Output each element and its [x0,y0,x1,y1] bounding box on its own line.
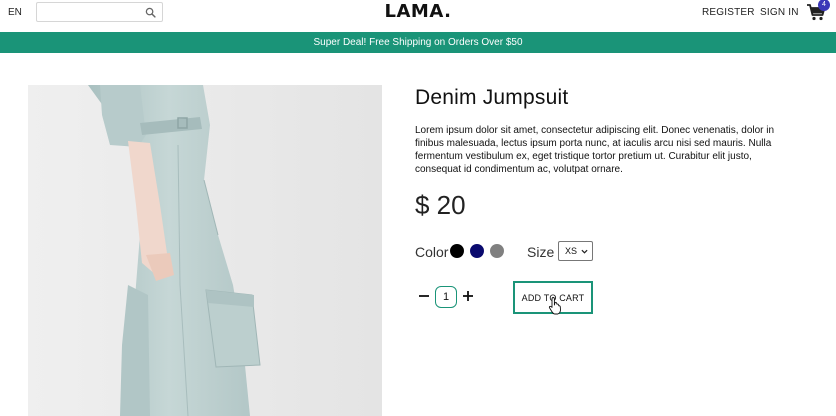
size-select[interactable]: XS [558,241,593,261]
announcement-bar: Super Deal! Free Shipping on Orders Over… [0,32,836,53]
color-filter-label: Color [415,244,449,260]
increase-quantity-button[interactable] [461,288,475,304]
quantity-display: 1 [435,286,457,308]
add-to-cart-button[interactable]: ADD TO CART [513,281,593,314]
navbar: EN LAMA. REGISTER SIGN IN 4 [0,0,836,32]
product-title: Denim Jumpsuit [415,86,569,109]
signin-link[interactable]: SIGN IN [760,7,799,18]
color-option-black[interactable] [450,244,464,258]
size-filter-label: Size [527,244,555,260]
size-selected-value: XS [565,246,578,256]
product-description: Lorem ipsum dolor sit amet, consectetur … [415,125,775,175]
product-image [28,85,382,416]
color-option-navy[interactable] [470,244,484,258]
chevron-down-icon [581,249,588,254]
product-price: $ 20 [415,190,466,220]
register-link[interactable]: REGISTER [702,7,755,18]
decrease-quantity-button[interactable] [417,288,431,304]
logo[interactable]: LAMA. [385,1,452,22]
color-option-gray[interactable] [490,244,504,258]
